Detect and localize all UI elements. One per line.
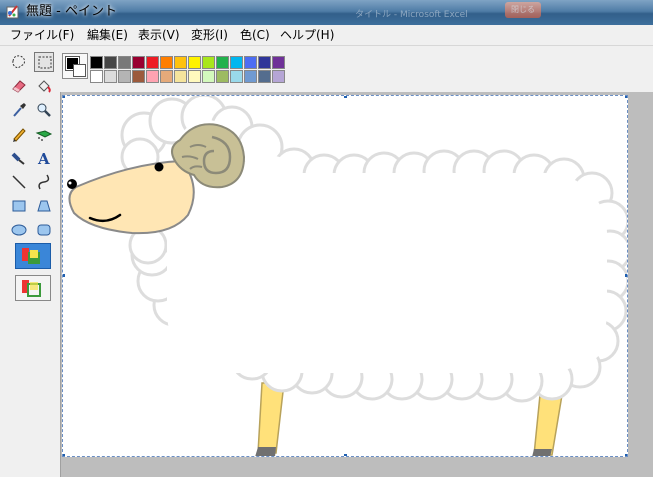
ellipse-icon bbox=[11, 224, 27, 236]
polygon-icon bbox=[37, 200, 51, 212]
color-palette bbox=[60, 46, 653, 92]
palette-swatch[interactable] bbox=[132, 56, 145, 69]
polygon-tool[interactable] bbox=[34, 196, 54, 216]
palette-swatch[interactable] bbox=[244, 56, 257, 69]
palette-swatch[interactable] bbox=[258, 56, 271, 69]
resize-handle-bottom[interactable] bbox=[344, 454, 347, 456]
palette-swatch[interactable] bbox=[216, 70, 229, 83]
menu-edit[interactable]: 編集(E) bbox=[87, 27, 128, 43]
rectangle-icon bbox=[12, 200, 26, 212]
sheep-eye bbox=[154, 162, 164, 172]
transparent-selection-icon bbox=[22, 280, 41, 297]
svg-text:A: A bbox=[37, 150, 50, 167]
palette-swatch[interactable] bbox=[174, 70, 187, 83]
palette-swatch[interactable] bbox=[188, 70, 201, 83]
background-color[interactable] bbox=[73, 64, 86, 77]
resize-handle-left[interactable] bbox=[63, 274, 65, 277]
line-tool[interactable] bbox=[9, 172, 29, 192]
opaque-selection-icon bbox=[22, 248, 40, 264]
free-form-select-tool[interactable] bbox=[9, 52, 29, 72]
sheep-back-hoof bbox=[532, 449, 552, 456]
palette-swatch[interactable] bbox=[230, 56, 243, 69]
menu-view[interactable]: 表示(V) bbox=[138, 27, 180, 43]
rounded-rect-tool[interactable] bbox=[34, 220, 54, 240]
menu-bar: ファイル(F) 編集(E) 表示(V) 変形(I) 色(C) ヘルプ(H) bbox=[0, 25, 653, 46]
background-close-button[interactable]: 閉じる bbox=[505, 2, 541, 18]
magnifier-icon bbox=[37, 103, 51, 117]
palette-swatch[interactable] bbox=[272, 56, 285, 69]
menu-help[interactable]: ヘルプ(H) bbox=[280, 27, 334, 43]
palette-swatch[interactable] bbox=[272, 70, 285, 83]
palette-swatch[interactable] bbox=[174, 56, 187, 69]
eraser-icon bbox=[12, 80, 26, 93]
fill-tool[interactable] bbox=[34, 76, 54, 96]
menu-file[interactable]: ファイル(F) bbox=[10, 27, 74, 43]
rect-select-icon bbox=[38, 56, 52, 69]
magnifier-tool[interactable] bbox=[34, 100, 54, 120]
curve-icon bbox=[38, 174, 50, 190]
palette-swatch[interactable] bbox=[188, 56, 201, 69]
airbrush-icon bbox=[35, 130, 53, 141]
opaque-selection-option[interactable] bbox=[15, 243, 51, 269]
rect-select-tool[interactable] bbox=[34, 52, 54, 72]
current-colors[interactable] bbox=[62, 53, 88, 79]
menu-colors[interactable]: 色(C) bbox=[240, 27, 270, 43]
palette-swatch[interactable] bbox=[146, 56, 159, 69]
line-icon bbox=[12, 175, 26, 189]
palette-swatch[interactable] bbox=[90, 56, 103, 69]
palette-swatch[interactable] bbox=[146, 70, 159, 83]
rounded-rect-icon bbox=[37, 224, 51, 236]
curve-tool[interactable] bbox=[34, 172, 54, 192]
menu-image[interactable]: 変形(I) bbox=[191, 27, 228, 43]
palette-swatch[interactable] bbox=[160, 70, 173, 83]
sheep-nose bbox=[67, 179, 77, 189]
text-icon: A bbox=[37, 150, 50, 167]
resize-handle-bottom-left[interactable] bbox=[63, 454, 65, 456]
palette-swatch[interactable] bbox=[132, 70, 145, 83]
airbrush-tool[interactable] bbox=[34, 124, 54, 144]
window-title: 無題 - ペイント bbox=[26, 4, 117, 19]
transparent-selection-option[interactable] bbox=[15, 275, 51, 301]
rectangle-tool[interactable] bbox=[9, 196, 29, 216]
palette-swatch[interactable] bbox=[160, 56, 173, 69]
palette-swatch[interactable] bbox=[90, 70, 103, 83]
sheep-front-leg bbox=[257, 382, 285, 454]
palette-swatch[interactable] bbox=[244, 70, 257, 83]
sheep-back-leg bbox=[533, 394, 563, 456]
sheep-illustration bbox=[67, 96, 627, 456]
color-picker-tool[interactable] bbox=[9, 100, 29, 120]
eraser-tool[interactable] bbox=[9, 76, 29, 96]
sheep-front-hoof bbox=[255, 447, 276, 456]
resize-handle-right[interactable] bbox=[625, 274, 627, 277]
palette-swatch[interactable] bbox=[118, 56, 131, 69]
palette-swatch[interactable] bbox=[104, 70, 117, 83]
resize-handle-top-left[interactable] bbox=[63, 96, 65, 98]
pencil-tool[interactable] bbox=[9, 124, 29, 144]
resize-handle-bottom-right[interactable] bbox=[625, 454, 627, 456]
palette-swatch[interactable] bbox=[118, 70, 131, 83]
paint-app-icon bbox=[6, 5, 19, 19]
palette-swatch[interactable] bbox=[104, 56, 117, 69]
palette-swatch[interactable] bbox=[258, 70, 271, 83]
palette-swatch[interactable] bbox=[230, 70, 243, 83]
resize-handle-top[interactable] bbox=[344, 96, 347, 98]
text-tool[interactable]: A bbox=[34, 148, 54, 168]
ellipse-tool[interactable] bbox=[9, 220, 29, 240]
brush-tool[interactable] bbox=[9, 148, 29, 168]
color-picker-icon bbox=[13, 103, 26, 117]
resize-handle-top-right[interactable] bbox=[625, 96, 627, 98]
drawing-canvas[interactable] bbox=[62, 95, 628, 457]
background-window-title: タイトル - Microsoft Excel bbox=[355, 10, 468, 20]
palette-swatch[interactable] bbox=[202, 56, 215, 69]
pencil-icon bbox=[13, 128, 26, 142]
toolbox: A bbox=[0, 46, 61, 477]
title-bar[interactable]: 無題 - ペイント タイトル - Microsoft Excel 閉じる bbox=[0, 0, 653, 25]
fill-bucket-icon bbox=[38, 80, 51, 93]
free-form-select-icon bbox=[12, 55, 25, 69]
palette-swatch[interactable] bbox=[216, 56, 229, 69]
palette-swatch[interactable] bbox=[202, 70, 215, 83]
sheep-face bbox=[68, 159, 195, 235]
brush-icon bbox=[11, 152, 25, 165]
